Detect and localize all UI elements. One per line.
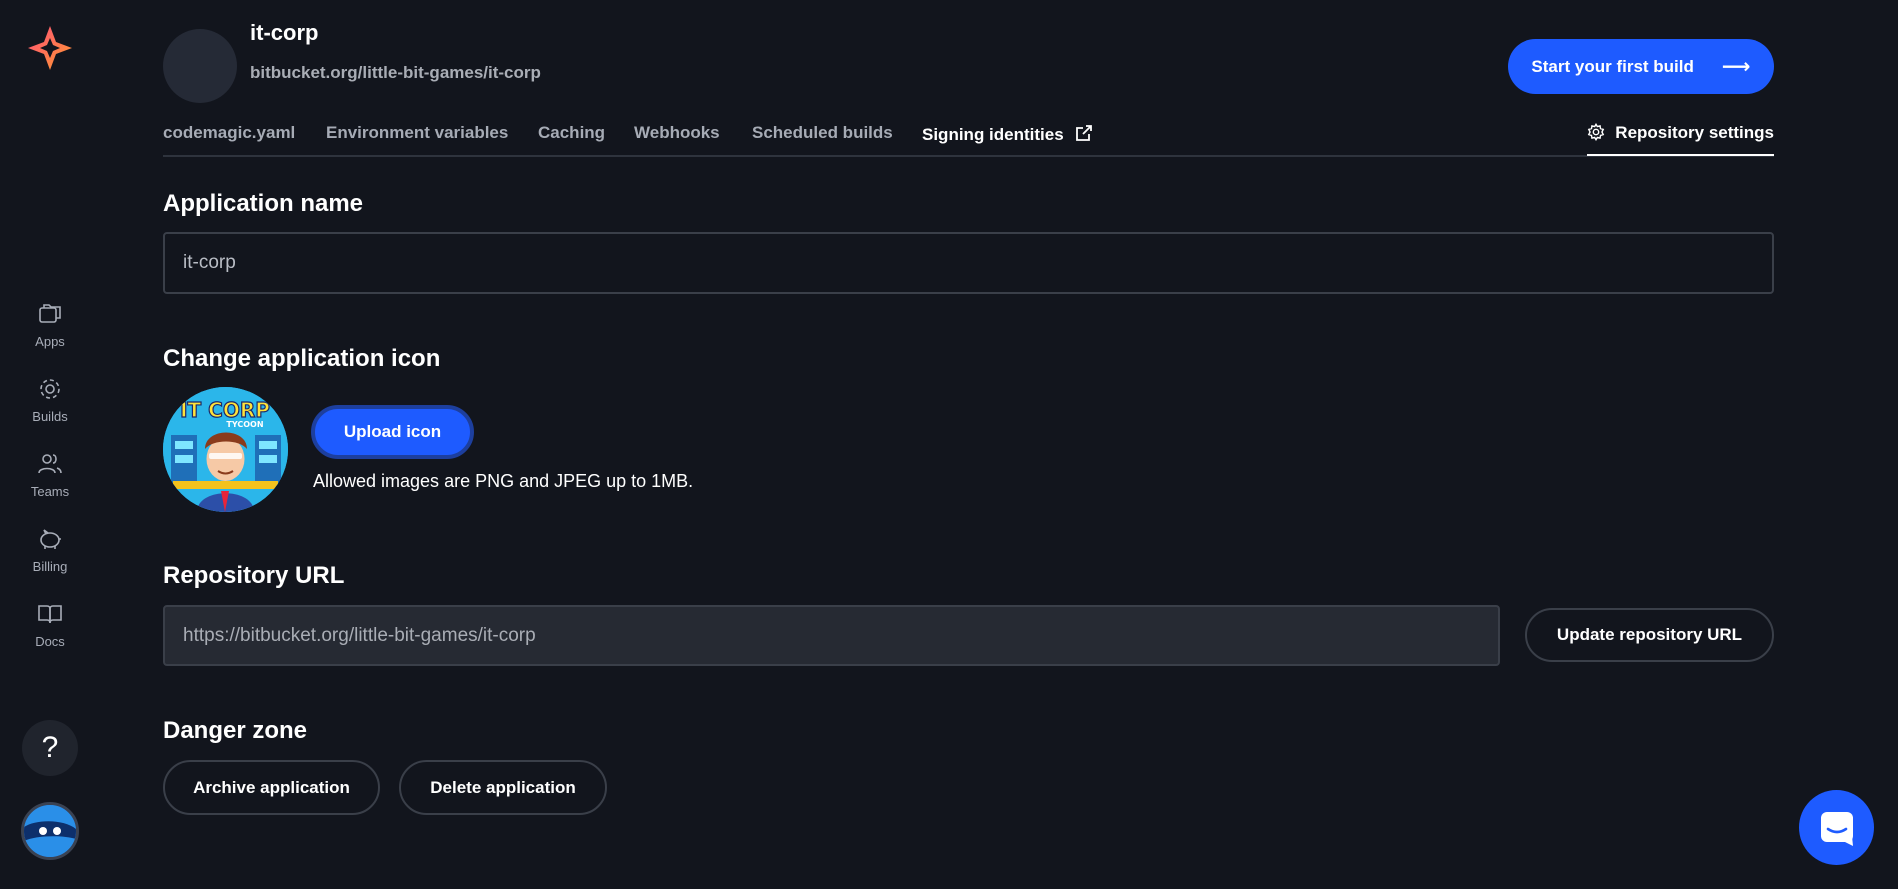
tab-signing-identities[interactable]: Signing identities xyxy=(922,123,1094,145)
upload-icon-button[interactable]: Upload icon xyxy=(311,405,474,459)
apps-icon xyxy=(39,304,61,323)
tab-codemagic-yaml[interactable]: codemagic.yaml xyxy=(163,123,295,143)
avatar[interactable] xyxy=(21,802,79,860)
repository-url-input[interactable] xyxy=(163,605,1500,666)
tab-repository-settings[interactable]: Repository settings xyxy=(1586,122,1774,156)
teams-icon xyxy=(38,454,62,474)
tab-label: Signing identities xyxy=(922,125,1064,144)
tab-environment-variables[interactable]: Environment variables xyxy=(326,123,508,143)
tab-scheduled-builds[interactable]: Scheduled builds xyxy=(752,123,893,143)
tab-webhooks[interactable]: Webhooks xyxy=(634,123,720,143)
builds-icon xyxy=(40,379,60,399)
archive-application-button[interactable]: Archive application xyxy=(163,760,380,815)
application-name-title: Application name xyxy=(163,190,364,217)
repository-url-title: Repository URL xyxy=(163,562,345,589)
chat-launcher-button[interactable] xyxy=(1799,790,1874,865)
start-build-label: Start your first build xyxy=(1531,56,1694,76)
help-icon: ? xyxy=(41,731,59,764)
app-icon-logo-text: IT CORP xyxy=(180,398,270,422)
sidebar-item-builds[interactable]: Builds xyxy=(0,375,100,435)
application-name-input[interactable] xyxy=(163,232,1774,294)
app-icon-image: IT CORP TYCOON xyxy=(163,387,288,512)
sidebar-item-label: Teams xyxy=(30,484,70,499)
gear-icon xyxy=(1587,122,1604,142)
sidebar-item-docs[interactable]: Docs xyxy=(0,600,100,660)
sidebar-item-teams[interactable]: Teams xyxy=(0,450,100,510)
app-avatar xyxy=(163,29,237,103)
update-repository-url-button[interactable]: Update repository URL xyxy=(1525,608,1774,662)
tab-caching[interactable]: Caching xyxy=(538,123,605,143)
start-build-button[interactable]: Start your first build ⟶ xyxy=(1508,39,1774,94)
sidebar: Apps Builds Teams Billing Docs ? xyxy=(0,0,100,889)
delete-application-button[interactable]: Delete application xyxy=(399,760,607,815)
app-repo-path[interactable]: bitbucket.org/little-bit-games/it-corp xyxy=(250,63,541,83)
app-icon-logo-subtext: TYCOON xyxy=(226,420,263,429)
billing-icon xyxy=(40,529,61,549)
external-link-icon xyxy=(1076,125,1093,141)
sidebar-item-label: Apps xyxy=(35,334,65,349)
avatar-icon xyxy=(24,805,76,857)
sidebar-item-label: Docs xyxy=(35,634,65,649)
sidebar-item-label: Builds xyxy=(32,409,68,424)
chat-icon xyxy=(1820,811,1853,846)
sidebar-item-label: Billing xyxy=(32,559,68,574)
change-icon-title: Change application icon xyxy=(163,345,441,372)
danger-zone-title: Danger zone xyxy=(163,717,308,744)
tab-bar: codemagic.yaml Environment variables Cac… xyxy=(163,120,1774,157)
sidebar-item-apps[interactable]: Apps xyxy=(0,300,100,360)
upload-hint-text: Allowed images are PNG and JPEG up to 1M… xyxy=(313,471,694,491)
tab-label: Repository settings xyxy=(1615,123,1774,142)
docs-icon xyxy=(38,605,62,624)
arrow-right-icon: ⟶ xyxy=(1721,56,1751,78)
codemagic-logo-icon[interactable] xyxy=(26,24,74,72)
help-button[interactable]: ? xyxy=(22,720,78,776)
app-name: it-corp xyxy=(250,20,319,45)
sidebar-item-billing[interactable]: Billing xyxy=(0,525,100,585)
